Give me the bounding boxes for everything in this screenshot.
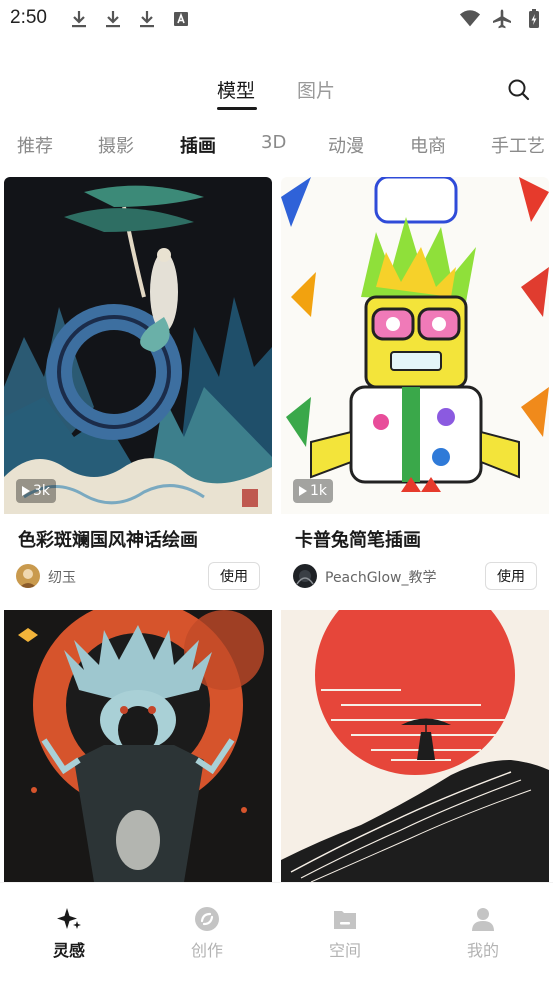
sparkle-icon <box>57 908 81 929</box>
download-icon <box>106 11 120 28</box>
card-title: 卡普兔简笔插画 <box>295 530 421 551</box>
category-anime[interactable]: 动漫 <box>328 132 364 158</box>
play-count-badge: 1k <box>293 479 334 503</box>
nav-label: 灵感 <box>52 941 85 960</box>
model-card[interactable]: 1k 卡普兔简笔插画 PeachGlow_教学 使用 <box>281 177 549 602</box>
play-icon <box>299 486 307 496</box>
model-card-image[interactable] <box>4 610 272 882</box>
nav-create[interactable]: 创作 <box>172 905 242 961</box>
category-tabs: 推荐 摄影 插画 3D 动漫 电商 手工艺 <box>0 132 553 162</box>
author-name[interactable]: 纫玉 <box>48 567 76 587</box>
nav-label: 创作 <box>190 941 223 960</box>
category-ecommerce[interactable]: 电商 <box>410 132 446 158</box>
category-photography[interactable]: 摄影 <box>98 132 134 158</box>
tab-models[interactable]: 模型 <box>217 76 255 103</box>
card-image <box>281 177 549 514</box>
category-illustration[interactable]: 插画 <box>180 132 216 158</box>
author-name[interactable]: PeachGlow_教学 <box>325 567 436 587</box>
nav-profile[interactable]: 我的 <box>448 905 518 961</box>
user-icon <box>472 908 494 931</box>
card-image <box>4 177 272 514</box>
card-title: 色彩斑斓国风神话绘画 <box>18 530 198 551</box>
model-card-image[interactable] <box>281 610 549 882</box>
airplane-icon <box>493 9 511 29</box>
play-count: 1k <box>310 483 328 499</box>
use-button[interactable]: 使用 <box>208 562 260 590</box>
download-icon <box>72 11 86 28</box>
system-icons <box>459 8 545 30</box>
font-a-icon <box>174 12 188 26</box>
wifi-icon <box>459 10 481 27</box>
avatar[interactable] <box>16 564 40 588</box>
tab-images[interactable]: 图片 <box>297 76 335 103</box>
status-time: 2:50 <box>10 7 47 28</box>
nav-space[interactable]: 空间 <box>310 905 380 961</box>
download-icon <box>140 11 154 28</box>
category-handicraft[interactable]: 手工艺 <box>491 132 545 158</box>
card-footer: 纫玉 使用 <box>16 562 260 590</box>
bottom-nav: 灵感 创作 空间 我的 <box>0 882 553 983</box>
create-icon <box>195 907 219 931</box>
play-count: 3k <box>33 483 51 499</box>
play-icon <box>22 486 30 496</box>
model-card[interactable]: 3k 色彩斑斓国风神话绘画 纫玉 使用 <box>4 177 272 602</box>
battery-charging-icon <box>529 9 539 28</box>
top-tabs: 模型 图片 <box>0 76 553 116</box>
nav-label: 我的 <box>466 941 499 960</box>
folder-icon <box>334 911 356 929</box>
nav-label: 空间 <box>328 941 361 960</box>
nav-inspiration[interactable]: 灵感 <box>34 905 104 961</box>
status-bar: 2:50 <box>0 0 553 40</box>
category-recommend[interactable]: 推荐 <box>17 132 53 158</box>
play-count-badge: 3k <box>16 479 57 503</box>
active-tab-indicator <box>217 107 257 110</box>
use-button[interactable]: 使用 <box>485 562 537 590</box>
card-footer: PeachGlow_教学 使用 <box>293 562 537 590</box>
notification-icons <box>68 8 192 30</box>
category-3d[interactable]: 3D <box>261 132 286 153</box>
avatar[interactable] <box>293 564 317 588</box>
search-icon[interactable] <box>507 78 531 102</box>
